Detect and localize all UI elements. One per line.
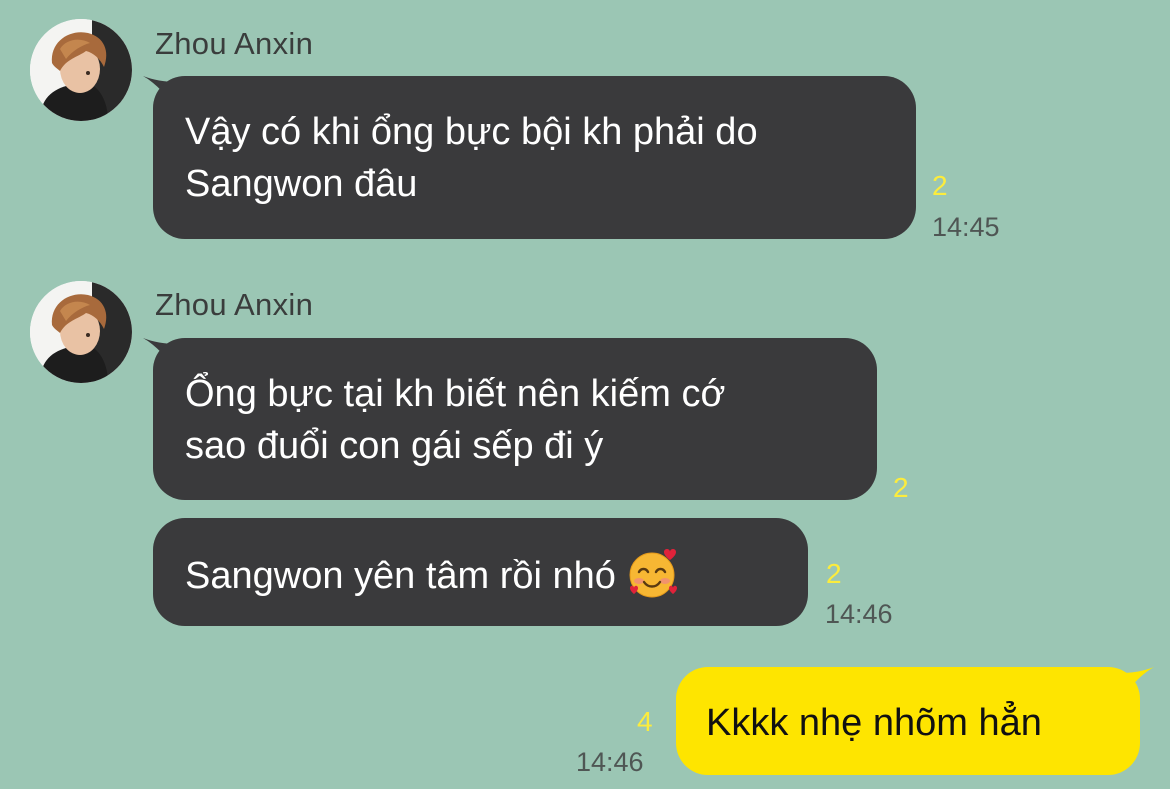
message-bubble[interactable]: Ổng bực tại kh biết nên kiếm cớ sao đuổi… — [153, 338, 877, 500]
unread-count: 2 — [893, 472, 909, 503]
message-bubble[interactable]: Vậy có khi ổng bực bội kh phải do Sangwo… — [153, 76, 916, 239]
message-bubble[interactable]: Sangwon yên tâm rồi nhó — [153, 518, 808, 626]
message-timestamp: 14:46 — [825, 599, 893, 629]
message-timestamp: 14:45 — [932, 212, 1000, 242]
profile-photo-icon — [30, 19, 132, 121]
unread-count: 4 — [637, 706, 653, 737]
smiling-face-with-hearts-icon — [626, 546, 680, 600]
sender-avatar[interactable] — [30, 19, 132, 121]
sender-avatar[interactable] — [30, 281, 132, 383]
message-bubble[interactable]: Kkkk nhẹ nhõm hẳn — [676, 667, 1140, 775]
sender-name: Zhou Anxin — [155, 287, 314, 322]
message-text: Ổng bực tại kh biết nên kiếm cớ — [185, 373, 726, 415]
unread-count: 2 — [932, 170, 948, 201]
message-text: Kkkk nhẹ nhõm hẳn — [706, 702, 1042, 744]
message-timestamp: 14:46 — [576, 747, 644, 777]
message-text: sao đuổi con gái sếp đi ý — [185, 425, 604, 467]
unread-count: 2 — [826, 558, 842, 589]
message-text: Sangwon đâu — [185, 163, 418, 205]
message-text: Vậy có khi ổng bực bội kh phải do — [185, 111, 758, 153]
profile-photo-icon — [30, 281, 132, 383]
sender-name: Zhou Anxin — [155, 26, 314, 61]
bubble-tail — [1120, 667, 1154, 701]
chat-room: Zhou Anxin Vậy có khi ổng bực bội kh phả… — [0, 0, 1170, 789]
message-text: Sangwon yên tâm rồi nhó — [185, 555, 616, 597]
